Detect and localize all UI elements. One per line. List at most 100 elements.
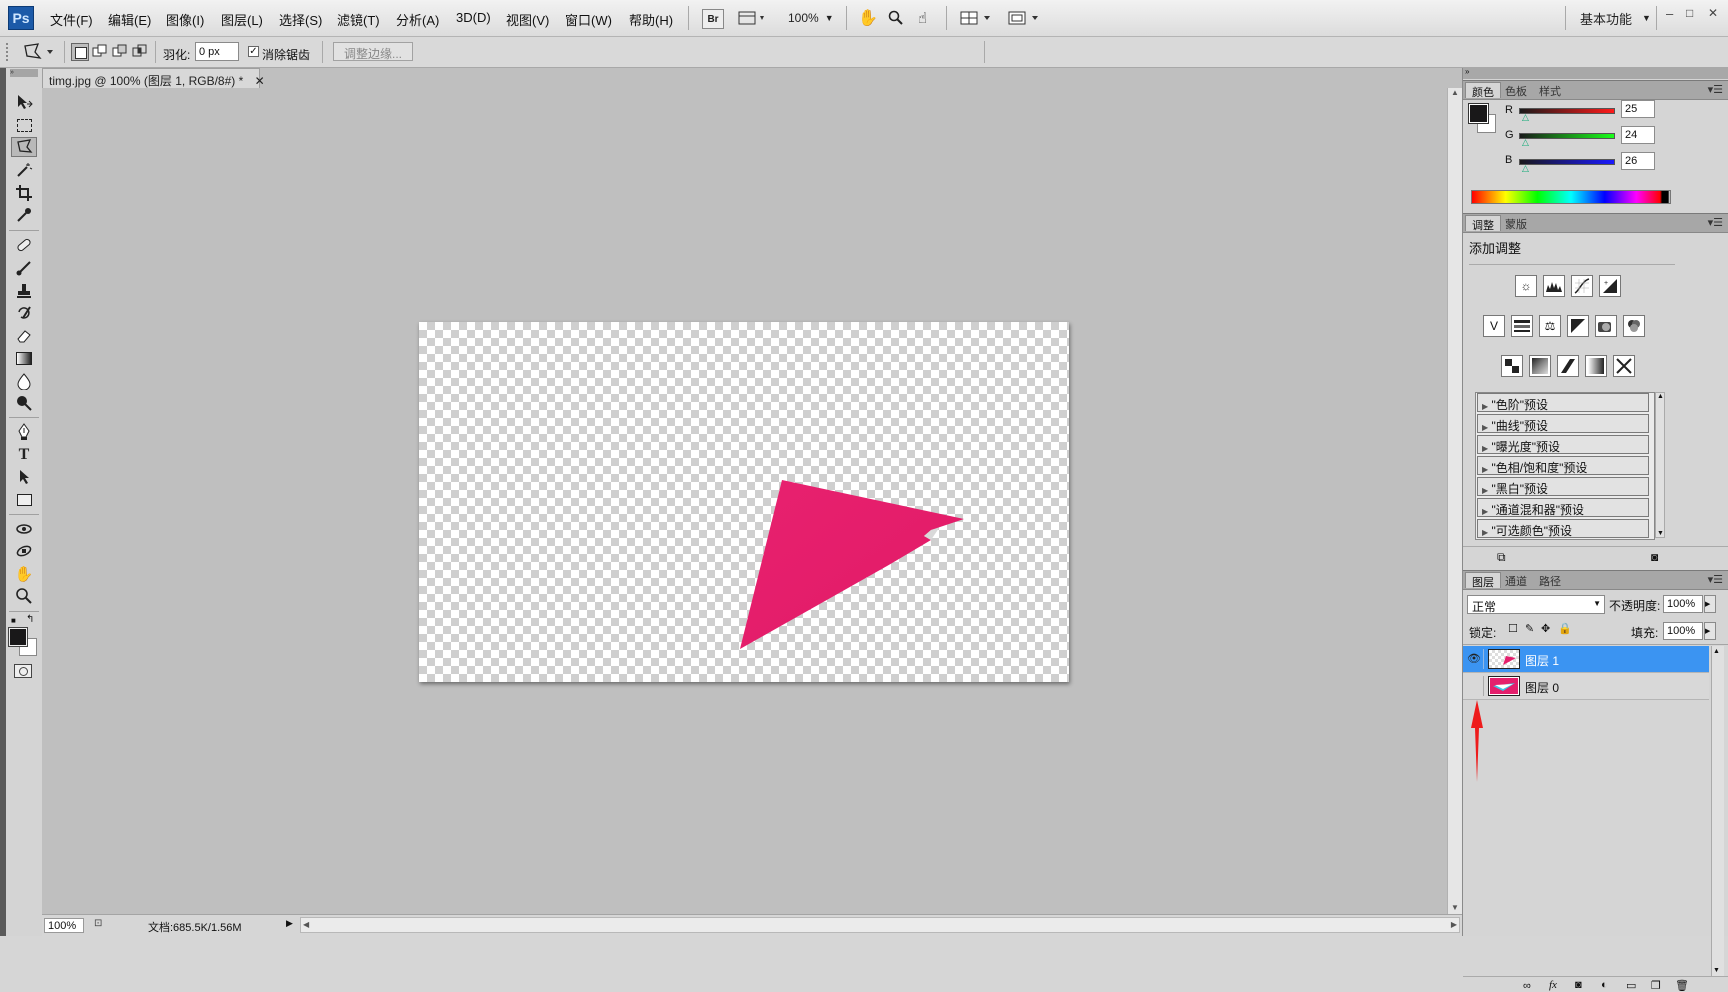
subtract-selection-button[interactable] — [111, 43, 129, 61]
black-white-button[interactable] — [1567, 315, 1589, 337]
opacity-slider-arrow[interactable]: ▶ — [1704, 595, 1716, 613]
red-slider[interactable] — [1519, 108, 1615, 114]
menu-window[interactable]: 窗口(W) — [565, 10, 612, 29]
clone-stamp-tool[interactable] — [11, 281, 37, 301]
preset-levels[interactable]: ▶ "色阶"预设 — [1477, 393, 1649, 412]
tab-channels[interactable]: 通道 — [1499, 572, 1533, 588]
zoom-input[interactable]: 100% — [44, 918, 84, 933]
preset-channel-mixer[interactable]: ▶ "通道混和器"预设 — [1477, 498, 1649, 517]
panel-menu-icon[interactable]: ▾☰ — [1708, 573, 1723, 586]
new-group-icon[interactable]: ▭ — [1626, 979, 1636, 992]
menu-image[interactable]: 图像(I) — [166, 10, 204, 29]
dodge-tool[interactable] — [11, 393, 37, 413]
fill-input[interactable]: 100% — [1663, 622, 1703, 640]
preset-hue-saturation[interactable]: ▶ "色相/饱和度"预设 — [1477, 456, 1649, 475]
zoom-tool[interactable] — [11, 586, 37, 606]
type-tool[interactable]: T — [11, 445, 37, 465]
eyedropper-tool[interactable] — [11, 205, 37, 225]
image-canvas[interactable] — [419, 322, 1069, 682]
dock-expand-icon[interactable]: » — [1465, 67, 1469, 76]
tab-styles[interactable]: 样式 — [1533, 82, 1567, 98]
color-panel-foreground-swatch[interactable] — [1468, 103, 1489, 124]
color-balance-button[interactable]: ⚖ — [1539, 315, 1561, 337]
curves-button[interactable] — [1571, 275, 1593, 297]
menu-select[interactable]: 选择(S) — [279, 10, 322, 29]
adjustment-options-icon[interactable]: ◙ — [1651, 550, 1658, 564]
lock-transparency-icon[interactable]: ☐ — [1508, 622, 1518, 635]
quick-mask-button[interactable] — [14, 664, 32, 678]
blend-mode-select[interactable]: 正常 ▼ — [1467, 595, 1605, 614]
brightness-contrast-button[interactable]: ☼ — [1515, 275, 1537, 297]
marquee-tool[interactable] — [11, 115, 37, 135]
link-layers-icon[interactable]: ∞ — [1523, 980, 1531, 992]
delete-layer-icon[interactable]: 🗑 — [1675, 979, 1689, 992]
opacity-input[interactable]: 100% — [1663, 595, 1703, 613]
pen-tool[interactable] — [11, 422, 37, 442]
document-tab[interactable]: timg.jpg @ 100% (图层 1, RGB/8#) * ✕ — [42, 68, 265, 88]
levels-button[interactable] — [1543, 275, 1565, 297]
blur-tool[interactable] — [11, 371, 37, 391]
menu-analysis[interactable]: 分析(A) — [396, 10, 439, 29]
scroll-left-arrow[interactable]: ◀ — [303, 920, 309, 929]
gradient-tool[interactable] — [11, 348, 37, 368]
selective-color-button[interactable] — [1613, 355, 1635, 377]
preset-curves[interactable]: ▶ "曲线"预设 — [1477, 414, 1649, 433]
channel-mixer-button[interactable] — [1623, 315, 1645, 337]
red-slider-handle[interactable]: △ — [1522, 112, 1529, 123]
lock-all-icon[interactable]: 🔒 — [1558, 622, 1572, 635]
blue-slider[interactable] — [1519, 159, 1615, 165]
green-slider[interactable] — [1519, 133, 1615, 139]
menu-filter[interactable]: 滤镜(T) — [337, 10, 380, 29]
hand-tool[interactable]: ✋ — [11, 564, 37, 584]
visibility-toggle[interactable] — [1465, 676, 1484, 696]
clip-to-layer-icon[interactable]: ⧉ — [1497, 550, 1506, 565]
panel-menu-icon[interactable]: ▾☰ — [1708, 83, 1723, 96]
layer-name[interactable]: 图层 1 — [1525, 652, 1559, 669]
lock-position-icon[interactable]: ✥ — [1541, 622, 1550, 635]
blue-value-input[interactable]: 26 — [1621, 152, 1655, 170]
lasso-tool[interactable] — [11, 137, 37, 157]
3d-orbit-tool[interactable] — [11, 541, 37, 561]
gradient-map-button[interactable] — [1585, 355, 1607, 377]
intersect-selection-button[interactable] — [131, 43, 149, 61]
horizontal-scrollbar[interactable]: ◀ ▶ — [300, 917, 1460, 933]
new-selection-button[interactable] — [71, 43, 89, 61]
menu-layer[interactable]: 图层(L) — [221, 10, 263, 29]
close-button[interactable]: ✕ — [1708, 6, 1718, 20]
preset-exposure[interactable]: ▶ "曝光度"预设 — [1477, 435, 1649, 454]
new-layer-icon[interactable]: ❐ — [1651, 979, 1661, 992]
tab-color[interactable]: 颜色 — [1465, 82, 1501, 99]
exposure-button[interactable]: + — [1599, 275, 1621, 297]
vertical-scrollbar[interactable]: ▲ ▼ — [1447, 88, 1463, 914]
history-brush-tool[interactable] — [11, 303, 37, 323]
rotate-view-button[interactable]: ☝ — [918, 7, 927, 29]
hue-saturation-button[interactable] — [1511, 315, 1533, 337]
path-selection-tool[interactable] — [11, 467, 37, 487]
panel-menu-icon[interactable]: ▾☰ — [1708, 216, 1723, 229]
workspace-switcher[interactable]: 基本功能 ▼ — [1580, 7, 1651, 29]
hand-tool-button[interactable]: ✋ — [858, 7, 878, 29]
3d-rotate-tool[interactable] — [11, 519, 37, 539]
scroll-down-arrow[interactable]: ▼ — [1451, 903, 1459, 912]
tab-paths[interactable]: 路径 — [1533, 572, 1567, 588]
zoom-level-dropdown[interactable]: 100% ▼ — [788, 7, 834, 29]
scroll-up-arrow[interactable]: ▲ — [1657, 393, 1664, 400]
layer-name[interactable]: 图层 0 — [1525, 679, 1559, 696]
scroll-up-arrow[interactable]: ▲ — [1713, 648, 1720, 655]
crop-tool[interactable] — [11, 183, 37, 203]
threshold-button[interactable] — [1557, 355, 1579, 377]
green-slider-handle[interactable]: △ — [1522, 137, 1529, 148]
tab-adjustments[interactable]: 调整 — [1465, 215, 1501, 232]
default-colors-button[interactable]: ■ — [11, 616, 16, 625]
menu-file[interactable]: 文件(F) — [50, 10, 93, 29]
scroll-up-arrow[interactable]: ▲ — [1451, 88, 1459, 97]
green-value-input[interactable]: 24 — [1621, 126, 1655, 144]
posterize-button[interactable] — [1529, 355, 1551, 377]
tab-masks[interactable]: 蒙版 — [1499, 215, 1533, 231]
photo-filter-button[interactable] — [1595, 315, 1617, 337]
layers-scrollbar[interactable]: ▲ ▼ — [1711, 646, 1724, 976]
antialias-checkbox[interactable]: ✓ — [248, 46, 259, 57]
toolbox-collapse-button[interactable]: » — [10, 69, 38, 77]
move-tool[interactable] — [11, 92, 37, 112]
magic-wand-tool[interactable] — [11, 160, 37, 180]
